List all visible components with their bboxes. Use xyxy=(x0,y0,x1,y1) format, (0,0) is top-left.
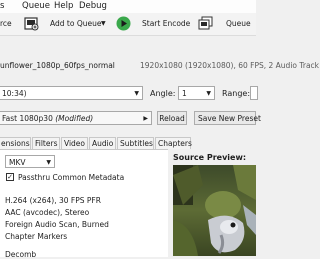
summary-panel: MKV ▼ ✓ Passthru Common Metadata H.264 (… xyxy=(0,149,168,259)
start-encode-button[interactable]: Start Encode xyxy=(142,19,190,28)
source-preview-image[interactable] xyxy=(173,165,256,256)
angle-label: Angle: xyxy=(150,89,176,98)
reload-button[interactable]: Reload xyxy=(157,111,187,125)
queue-button[interactable]: Queue xyxy=(226,19,251,28)
passthru-label: Passthru Common Metadata xyxy=(18,173,125,182)
summary-filter-line: Decomb xyxy=(5,250,37,259)
tab-audio[interactable]: Audio xyxy=(89,137,116,149)
tab-dimensions[interactable]: ensions xyxy=(0,137,31,149)
format-select[interactable]: MKV ▼ xyxy=(5,155,55,168)
summary-subtitle-line: Foreign Audio Scan, Burned xyxy=(5,220,109,229)
summary-video-line: H.264 (x264), 30 FPS PFR xyxy=(5,196,101,205)
tab-video[interactable]: Video xyxy=(61,137,88,149)
source-title: unflower_1080p_60fps_normal xyxy=(0,61,115,70)
title-select-value: 10:34) xyxy=(2,89,27,98)
menu-item-debug[interactable]: Debug xyxy=(79,1,107,11)
source-row: unflower_1080p_60fps_normal 1920x1080 (1… xyxy=(0,58,319,72)
menu-item-queue[interactable]: Queue xyxy=(22,1,50,11)
tab-filters[interactable]: Filters xyxy=(32,137,60,149)
queue-icon[interactable] xyxy=(198,16,213,31)
preset-name: Fast 1080p30 xyxy=(2,114,53,123)
source-info: 1920x1080 (1920x1080), 60 FPS, 2 Audio T… xyxy=(140,61,320,70)
summary-chapters-line: Chapter Markers xyxy=(5,232,68,241)
menu-bar: s Queue Help Debug xyxy=(0,0,256,14)
passthru-checkbox[interactable]: ✓ xyxy=(6,173,14,181)
angle-value: 1 xyxy=(182,89,187,98)
add-to-queue-button[interactable]: Add to Queue xyxy=(50,19,101,28)
chevron-down-icon: ▼ xyxy=(134,90,139,97)
tab-subtitles[interactable]: Subtitles xyxy=(117,137,154,149)
range-label: Range: xyxy=(222,89,251,98)
menu-item-file[interactable]: s xyxy=(0,1,4,11)
chevron-down-icon[interactable]: ▼ xyxy=(101,20,106,27)
chevron-down-icon: ▼ xyxy=(206,90,211,97)
toolbar: rce Add to Queue ▼ Start Encode Queue xyxy=(0,13,256,36)
save-new-preset-button[interactable]: Save New Preset xyxy=(194,111,261,125)
format-value: MKV xyxy=(9,158,26,167)
open-source-button[interactable]: rce xyxy=(0,19,12,28)
preset-select[interactable]: Fast 1080p30 (Modified) ▶ xyxy=(0,111,152,125)
angle-select[interactable]: 1 ▼ xyxy=(178,86,215,100)
play-icon[interactable] xyxy=(116,16,131,31)
chevron-right-icon: ▶ xyxy=(143,115,148,122)
chevron-down-icon: ▼ xyxy=(46,159,51,166)
preset-value: Fast 1080p30 (Modified) xyxy=(2,114,93,123)
source-preview-label: Source Preview: xyxy=(173,153,247,162)
menu-item-help[interactable]: Help xyxy=(54,1,73,11)
add-to-queue-icon[interactable] xyxy=(24,16,39,31)
summary-audio-line: AAC (avcodec), Stereo xyxy=(5,208,90,217)
range-select[interactable] xyxy=(250,86,258,100)
preset-modified: (Modified) xyxy=(55,114,94,123)
tab-chapters[interactable]: Chapters xyxy=(155,137,192,149)
title-select[interactable]: 10:34) ▼ xyxy=(0,86,143,100)
